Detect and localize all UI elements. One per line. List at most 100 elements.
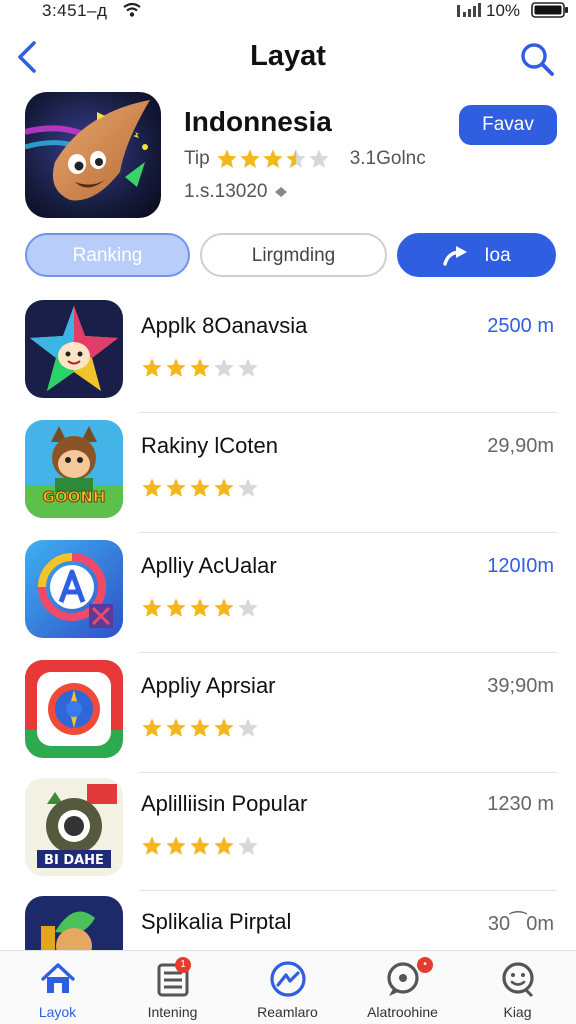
- featured-app-tag: Tip: [184, 148, 210, 169]
- bottom-nav-label: Kiag: [503, 1004, 532, 1020]
- star-filled-icon: [239, 149, 260, 168]
- app-icon-compass: [25, 660, 123, 758]
- star-filled-icon: [166, 358, 186, 377]
- star-filled-icon: [142, 478, 162, 497]
- app-size: 1230 m: [487, 793, 554, 815]
- star-filled-icon: [190, 718, 210, 737]
- bottom-nav-label: Alatroohine: [367, 1004, 438, 1020]
- notification-badge: •: [417, 957, 433, 973]
- bottom-nav-profile[interactable]: Kiag: [460, 951, 575, 1024]
- star-filled-icon: [214, 478, 234, 497]
- wifi-icon: [123, 2, 141, 17]
- bottom-nav-label: Intening: [147, 1004, 198, 1020]
- featured-app-icon[interactable]: [25, 92, 161, 218]
- star-filled-icon: [142, 718, 162, 737]
- app-icon-star: [25, 300, 123, 398]
- star-empty-icon: [238, 358, 258, 377]
- trending-arrow-icon: [443, 245, 468, 266]
- star-filled-icon: [142, 836, 162, 855]
- app-name: Appliy Aprsiar: [141, 673, 276, 698]
- list-item[interactable]: BI DAHE Aplilliisin Popular 1230 m: [0, 773, 576, 891]
- list-item[interactable]: Aplliy AcUalar 120I0m: [0, 535, 576, 653]
- star-empty-icon: [238, 718, 258, 737]
- search-icon[interactable]: [518, 40, 556, 78]
- featured-app-version: 1.s.13020: [184, 181, 268, 202]
- tab-new[interactable]: Ioa: [397, 233, 556, 277]
- chart-icon: [270, 961, 306, 997]
- app-name: Splikalia Pirptal: [141, 909, 292, 934]
- app-rating: [141, 717, 259, 739]
- tab-ranking-label: Ranking: [72, 245, 143, 266]
- favorite-button[interactable]: Favav: [459, 105, 557, 145]
- app-name: Aplilliisin Popular: [141, 791, 308, 816]
- star-filled-icon: [190, 598, 210, 617]
- bottom-nav: Layok 1 Intening Reamlaro • Alatroohine: [0, 950, 576, 1024]
- app-icon-text: BI DAHE: [44, 853, 104, 868]
- list-item[interactable]: GOONH Rakiny lCoten 29,90m: [0, 415, 576, 533]
- star-filled-icon: [190, 836, 210, 855]
- signal-icon: [457, 3, 481, 17]
- divider: [140, 412, 556, 413]
- bottom-nav-label: Reamlaro: [257, 1004, 318, 1020]
- bottom-nav-label: Layok: [38, 1004, 77, 1020]
- divider: [140, 652, 556, 653]
- star-empty-icon: [238, 478, 258, 497]
- featured-app-rating: [216, 148, 330, 170]
- star-filled-icon: [142, 598, 162, 617]
- star-filled-icon: [214, 836, 234, 855]
- app-icon-character: GOONH: [25, 420, 123, 518]
- star-empty-icon: [238, 836, 258, 855]
- featured-app-name: Indonnesia: [184, 106, 332, 137]
- featured-app-rating-count: 3.1Golnc: [349, 148, 426, 169]
- star-filled-icon: [190, 478, 210, 497]
- star-filled-icon: [166, 718, 186, 737]
- app-size: 120I0m: [487, 555, 554, 577]
- star-filled-icon: [166, 478, 186, 497]
- app-size: 2500 m: [487, 315, 554, 337]
- app-rating: [141, 597, 259, 619]
- star-filled-icon: [214, 598, 234, 617]
- app-icon-warrior: [25, 896, 123, 950]
- star-filled-icon: [166, 836, 186, 855]
- list-item[interactable]: Applk 8Oanavsia 2500 m: [0, 295, 576, 413]
- star-filled-icon: [216, 149, 237, 168]
- smiley-icon: [502, 962, 534, 998]
- status-bar: 3:451–д 10%: [0, 0, 576, 22]
- featured-app-meta: Tip 3.1Golnc: [184, 146, 426, 172]
- app-rating: [141, 477, 259, 499]
- star-filled-icon: [166, 598, 186, 617]
- app-icon-letter-a: [25, 540, 123, 638]
- star-empty-icon: [214, 358, 234, 377]
- status-time: 3:451–д: [42, 1, 108, 20]
- bottom-nav-home[interactable]: Layok: [0, 951, 115, 1024]
- notification-badge: 1: [175, 957, 191, 973]
- star-empty-icon: [308, 149, 329, 168]
- home-icon: [41, 963, 75, 993]
- diamond-arrow-icon: [275, 187, 288, 197]
- app-size: 29,90m: [487, 435, 554, 457]
- tab-ranking[interactable]: Ranking: [25, 233, 190, 277]
- app-icon-monster: BI DAHE: [25, 778, 123, 876]
- app-size: 39;90m: [487, 675, 554, 697]
- star-filled-icon: [214, 718, 234, 737]
- app-name: Applk 8Oanavsia: [141, 313, 308, 338]
- app-rating: [141, 835, 259, 857]
- tab-trending-label: Lirgmding: [251, 245, 336, 266]
- app-icon-text: GOONH: [43, 488, 106, 506]
- star-filled-icon: [262, 149, 283, 168]
- app-name: Rakiny lCoten: [141, 433, 278, 458]
- bottom-nav-chat[interactable]: • Alatroohine: [345, 951, 460, 1024]
- battery-icon: [531, 2, 568, 18]
- tab-trending[interactable]: Lirgmding: [200, 233, 387, 277]
- tab-new-label: Ioa: [484, 245, 511, 266]
- featured-app-version-row: 1.s.13020: [184, 181, 289, 203]
- battery-percent: 10%: [486, 1, 521, 20]
- bottom-nav-list[interactable]: 1 Intening: [115, 951, 230, 1024]
- star-half-icon: [285, 149, 306, 168]
- list-item[interactable]: Splikalia Pirptal 30⁀0m: [0, 891, 576, 950]
- star-filled-icon: [142, 358, 162, 377]
- list-item[interactable]: Appliy Aprsiar 39;90m: [0, 655, 576, 773]
- bottom-nav-chart[interactable]: Reamlaro: [230, 951, 345, 1024]
- star-empty-icon: [238, 598, 258, 617]
- star-filled-icon: [190, 358, 210, 377]
